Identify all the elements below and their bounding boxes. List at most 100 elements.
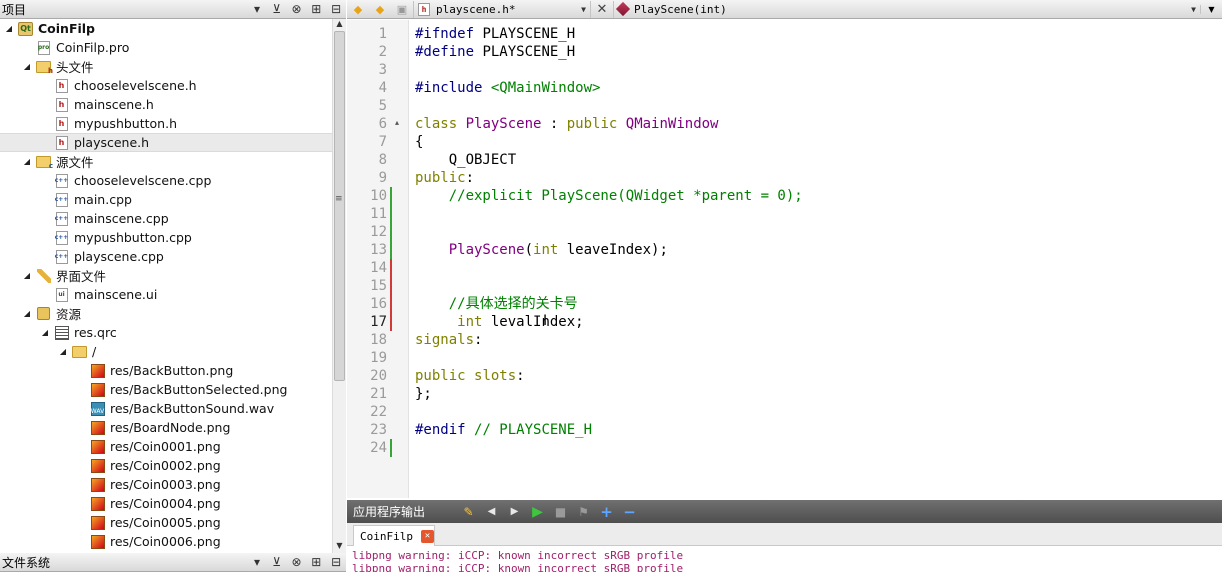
tree-item[interactable]: ◢ 资源 bbox=[0, 304, 332, 323]
scrollbar-thumb[interactable] bbox=[334, 31, 345, 381]
tab-label: CoinFilp bbox=[360, 529, 413, 543]
code-line[interactable]: //explicit PlayScene(QWidget *parent = 0… bbox=[415, 187, 803, 205]
code-line[interactable]: #include <QMainWindow> bbox=[415, 79, 600, 97]
code-token: public bbox=[415, 368, 466, 384]
tree-item[interactable]: ◢ Qt CoinFilp bbox=[0, 19, 332, 38]
previous-item-icon[interactable]: ◀ bbox=[480, 502, 503, 521]
tree-item[interactable]: res/BackButton.png bbox=[0, 361, 332, 380]
tree-item[interactable]: ◢ h 头文件 bbox=[0, 57, 332, 76]
code-token: PlayScene bbox=[465, 116, 542, 132]
code-line[interactable]: }; bbox=[415, 385, 432, 403]
expanded-arrow-icon[interactable]: ◢ bbox=[40, 328, 50, 337]
tree-item-label: 头文件 bbox=[56, 60, 94, 75]
zoom-in-icon[interactable]: + bbox=[595, 502, 618, 521]
tree-item[interactable]: ◢ c 源文件 bbox=[0, 152, 332, 171]
code-line[interactable]: //具体选择的关卡号 bbox=[415, 295, 578, 313]
pane-menu-chevron-icon[interactable]: ▾ bbox=[247, 554, 267, 571]
tree-item[interactable]: c++ mypushbutton.cpp bbox=[0, 228, 332, 247]
code-editor[interactable]: 1 2 3 4 5 6 7 8 9 10 11 12 13 14 15 16 17 18 19 20 21 22 23 24 ▴… bbox=[347, 20, 1222, 498]
application-output[interactable]: libpng warning: iCCP: known incorrect sR… bbox=[347, 547, 1222, 572]
tree-item[interactable]: res/Coin0006.png bbox=[0, 532, 332, 549]
go-forward-icon[interactable]: ◆ bbox=[369, 1, 391, 18]
function-icon bbox=[615, 1, 631, 17]
line-number: 17 bbox=[370, 314, 387, 330]
scroll-up-icon[interactable]: ▲ bbox=[333, 19, 346, 31]
tree-item[interactable]: res/Coin0003.png bbox=[0, 475, 332, 494]
code-line[interactable]: { bbox=[415, 133, 423, 151]
code-line[interactable]: class PlayScene : public QMainWindow bbox=[415, 115, 718, 133]
code-line[interactable]: signals: bbox=[415, 331, 482, 349]
expanded-arrow-icon[interactable]: ◢ bbox=[4, 24, 14, 33]
tree-item[interactable]: ◢ / bbox=[0, 342, 332, 361]
next-item-icon[interactable]: ▶ bbox=[503, 502, 526, 521]
tree-item[interactable]: ◢ res.qrc bbox=[0, 323, 332, 342]
sources-folder-icon: c bbox=[36, 154, 53, 170]
tree-item[interactable]: res/Coin0005.png bbox=[0, 513, 332, 532]
png-file-icon bbox=[90, 496, 105, 511]
tree-item[interactable]: res/BackButtonSelected.png bbox=[0, 380, 332, 399]
tree-item[interactable]: h playscene.h bbox=[0, 133, 332, 152]
code-token: public bbox=[415, 170, 466, 186]
tree-item[interactable]: ui mainscene.ui bbox=[0, 285, 332, 304]
attach-debugger-icon[interactable]: ⚑ bbox=[572, 502, 595, 521]
split-chevron-icon[interactable]: ▼ bbox=[1200, 4, 1222, 14]
symbol-combo[interactable]: PlayScene(int) ▼ bbox=[613, 0, 1200, 18]
stop-icon[interactable]: ■ bbox=[549, 502, 572, 521]
code-line[interactable]: public: bbox=[415, 169, 474, 187]
tree-item[interactable]: pro CoinFilp.pro bbox=[0, 38, 332, 57]
expanded-arrow-icon[interactable]: ◢ bbox=[22, 157, 32, 166]
open-documents-combo[interactable]: h playscene.h* ▼ bbox=[413, 0, 591, 18]
code-token: slots bbox=[474, 368, 517, 384]
go-back-icon[interactable]: ◆ bbox=[347, 1, 369, 18]
tree-item[interactable]: h chooselevelscene.h bbox=[0, 76, 332, 95]
code-line[interactable]: #define PLAYSCENE_H bbox=[415, 43, 575, 61]
tree-item[interactable]: h mainscene.h bbox=[0, 95, 332, 114]
code-token: int bbox=[533, 242, 559, 258]
tree-item[interactable]: res/BoardNode.png bbox=[0, 418, 332, 437]
code-line[interactable]: #endif // PLAYSCENE_H bbox=[415, 421, 592, 439]
code-area[interactable]: #ifndef PLAYSCENE_H #define PLAYSCENE_H #i… bbox=[415, 20, 1215, 498]
fold-marker-icon[interactable]: ▴ bbox=[395, 118, 399, 127]
project-tree-scrollbar[interactable]: ▲ ≡ ▼ bbox=[332, 19, 346, 553]
pane-menu-chevron-icon[interactable]: ▾ bbox=[247, 1, 267, 18]
expanded-arrow-icon[interactable]: ◢ bbox=[22, 271, 32, 280]
expanded-arrow-icon[interactable]: ◢ bbox=[22, 309, 32, 318]
link-icon[interactable]: ⊗ bbox=[287, 554, 307, 571]
code-line[interactable]: #ifndef PLAYSCENE_H bbox=[415, 25, 575, 43]
code-line[interactable]: PlayScene(int leaveIndex); bbox=[415, 241, 668, 259]
expanded-arrow-icon[interactable]: ◢ bbox=[22, 62, 32, 71]
tree-item[interactable]: res/Coin0002.png bbox=[0, 456, 332, 475]
zoom-out-icon[interactable]: − bbox=[618, 502, 641, 521]
close-pane-icon[interactable]: ⊟ bbox=[326, 1, 346, 18]
tree-item[interactable]: res/Coin0001.png bbox=[0, 437, 332, 456]
close-pane-icon[interactable]: ⊟ bbox=[326, 554, 346, 571]
code-line[interactable]: int levalIndex; bbox=[415, 313, 583, 331]
close-document-icon[interactable]: ✕ bbox=[591, 2, 613, 17]
tree-item[interactable]: ◢ 界面文件 bbox=[0, 266, 332, 285]
run-icon[interactable]: ▶ bbox=[526, 502, 549, 521]
close-tab-icon[interactable]: ✕ bbox=[420, 529, 434, 543]
clear-output-icon[interactable]: ✎ bbox=[457, 502, 480, 521]
png-file-icon bbox=[90, 515, 105, 530]
tree-item[interactable]: c++ main.cpp bbox=[0, 190, 332, 209]
split-pane-icon[interactable]: ⊞ bbox=[306, 554, 326, 571]
scroll-down-icon[interactable]: ▼ bbox=[333, 541, 346, 553]
code-token: : bbox=[474, 332, 483, 348]
filter-icon[interactable]: ⊻ bbox=[267, 554, 287, 571]
tree-item[interactable]: c++ playscene.cpp bbox=[0, 247, 332, 266]
code-line[interactable]: Q_OBJECT bbox=[415, 151, 516, 169]
filter-icon[interactable]: ⊻ bbox=[267, 1, 287, 18]
tree-item[interactable]: WAV res/BackButtonSound.wav bbox=[0, 399, 332, 418]
tree-item[interactable]: c++ chooselevelscene.cpp bbox=[0, 171, 332, 190]
code-line[interactable]: public slots: bbox=[415, 367, 525, 385]
png-file-icon bbox=[90, 363, 105, 378]
line-number: 8 bbox=[378, 152, 387, 168]
link-icon[interactable]: ⊗ bbox=[287, 1, 307, 18]
code-token: PLAYSCENE_H bbox=[474, 44, 576, 60]
tree-item[interactable]: h mypushbutton.h bbox=[0, 114, 332, 133]
expanded-arrow-icon[interactable]: ◢ bbox=[58, 347, 68, 356]
split-pane-icon[interactable]: ⊞ bbox=[306, 1, 326, 18]
tab-coinfilp[interactable]: CoinFilp ✕ bbox=[353, 525, 435, 546]
tree-item[interactable]: res/Coin0004.png bbox=[0, 494, 332, 513]
tree-item[interactable]: c++ mainscene.cpp bbox=[0, 209, 332, 228]
